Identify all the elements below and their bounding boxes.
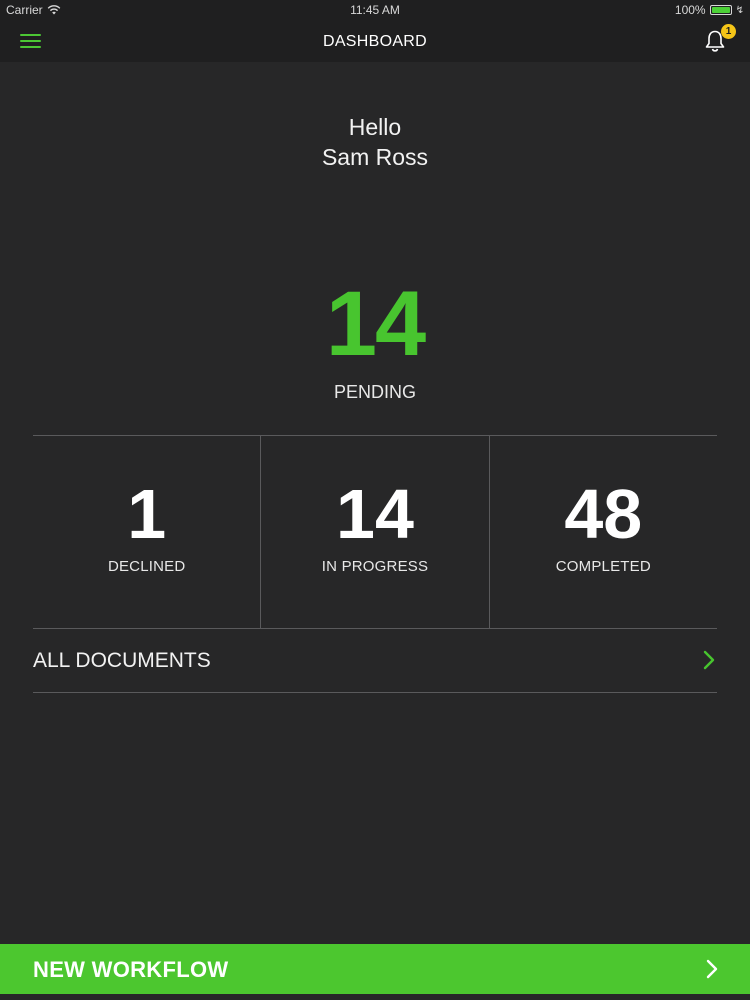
stat-in-progress[interactable]: 14 IN PROGRESS (260, 436, 488, 628)
stat-declined[interactable]: 1 DECLINED (33, 436, 260, 628)
stat-value: 14 (336, 475, 414, 553)
nav-bar: DASHBOARD 1 (0, 22, 750, 62)
greeting-hello: Hello (348, 114, 402, 140)
stat-completed[interactable]: 48 COMPLETED (488, 436, 717, 628)
status-battery: 100% ↯ (675, 3, 744, 17)
dashboard-screen: Carrier 11:45 AM 100% ↯ DASHBOARD 1 Hell… (0, 0, 750, 1000)
battery-icon (709, 5, 732, 15)
battery-fill (711, 7, 730, 13)
stat-value: 48 (564, 475, 643, 553)
pending-count[interactable]: 14 (0, 274, 750, 374)
notifications-button[interactable]: 1 (702, 24, 736, 58)
page-title: DASHBOARD (322, 33, 428, 50)
charging-icon: ↯ (735, 4, 744, 16)
status-time: 11:45 AM (350, 3, 400, 17)
notification-badge: 1 (721, 24, 736, 39)
stat-label: IN PROGRESS (321, 558, 429, 575)
new-workflow-label: NEW WORKFLOW (33, 957, 229, 982)
stat-label: DECLINED (107, 558, 186, 575)
stats-grid: 1 DECLINED 14 IN PROGRESS 48 COMPLETED (33, 435, 717, 629)
status-bar: Carrier 11:45 AM 100% ↯ (0, 0, 750, 22)
all-documents-label: ALL DOCUMENTS (33, 649, 211, 672)
greeting: Hello Sam Ross (0, 112, 750, 172)
stat-label: COMPLETED (555, 558, 651, 575)
stat-value: 1 (127, 475, 167, 553)
battery-percent: 100% (674, 3, 706, 17)
chevron-right-icon (703, 650, 715, 670)
all-documents-row[interactable]: ALL DOCUMENTS (33, 629, 717, 693)
chevron-right-icon (706, 959, 718, 979)
new-workflow-button[interactable]: NEW WORKFLOW (0, 944, 750, 994)
pending-label: PENDING (333, 382, 416, 402)
greeting-user-name: Sam Ross (321, 144, 429, 170)
